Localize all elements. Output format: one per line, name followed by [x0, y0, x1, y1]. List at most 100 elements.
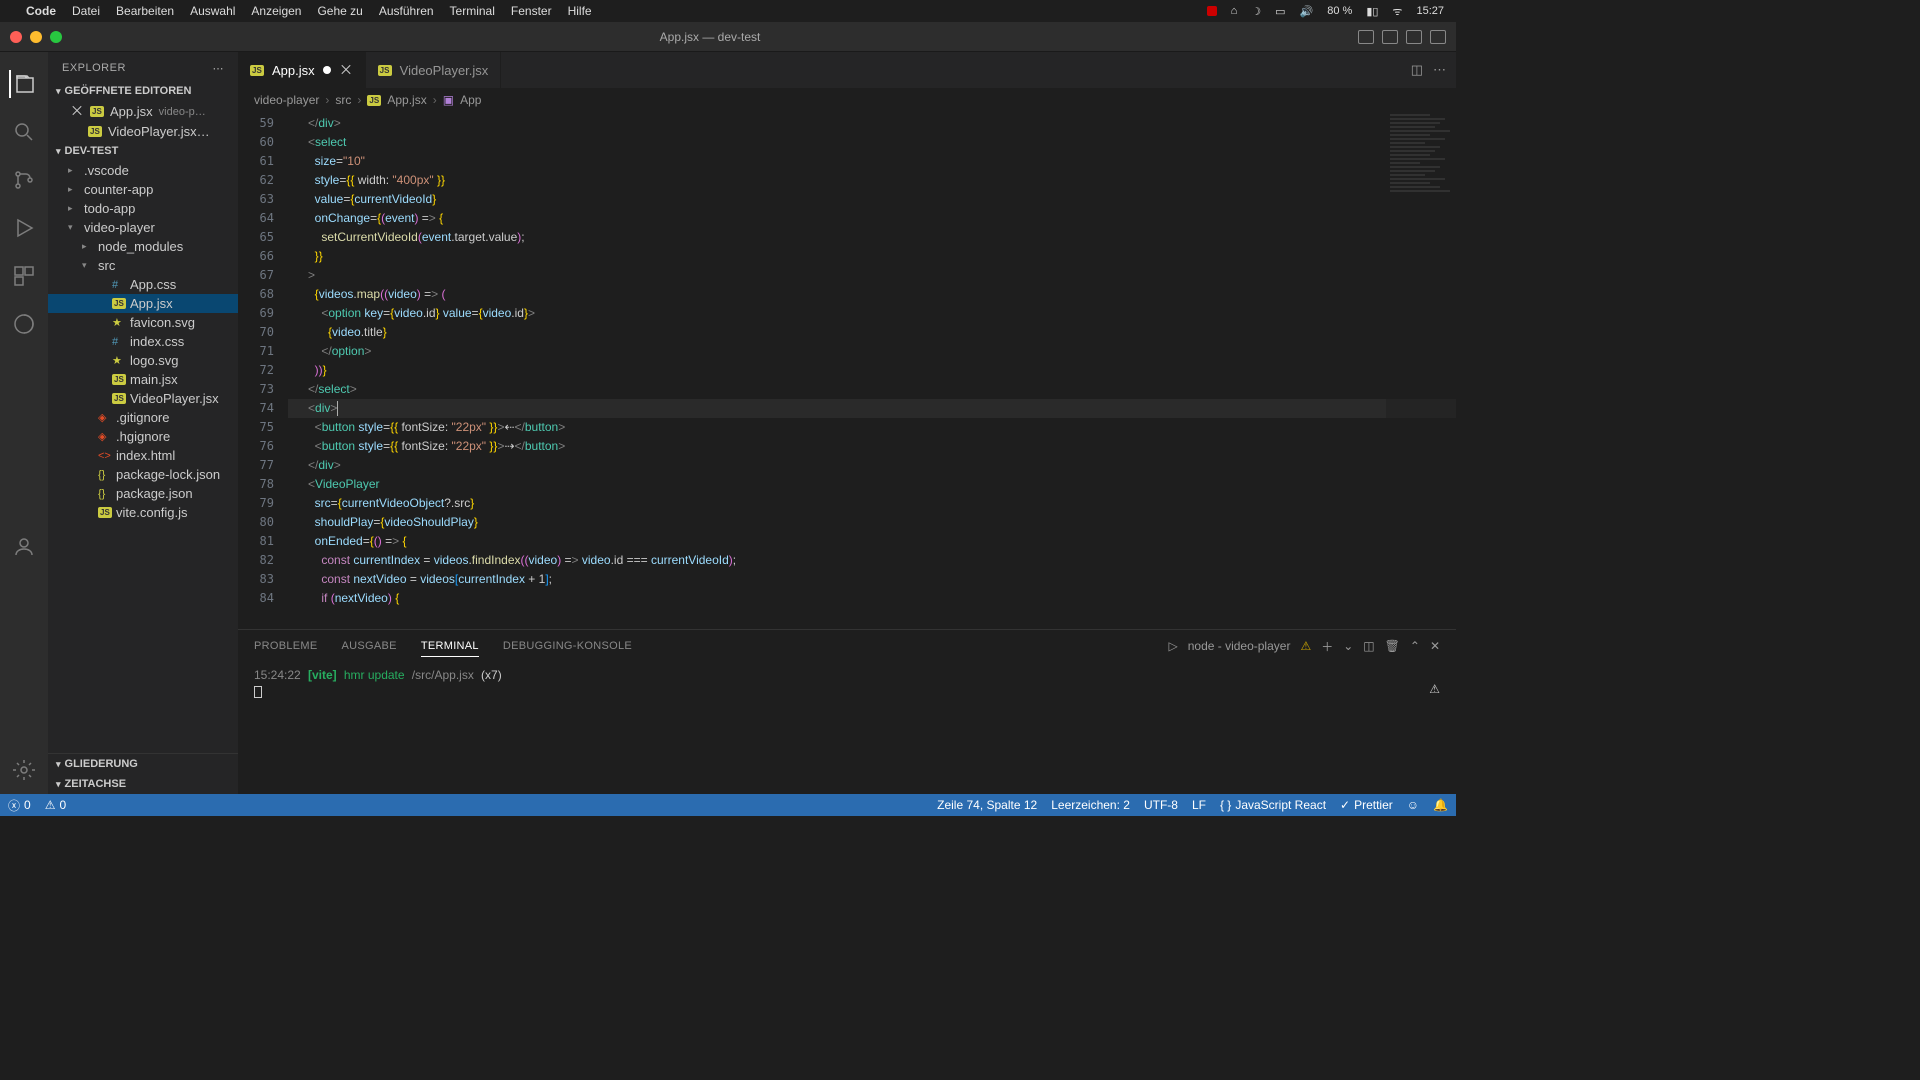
toggle-panel-icon[interactable] [1382, 30, 1398, 44]
breadcrumb[interactable]: video-player› src› JS App.jsx› ▣ App [238, 88, 1456, 112]
folder-item[interactable]: ▸node_modules [48, 237, 238, 256]
volume-icon[interactable]: 🔊 [1300, 5, 1314, 18]
file-item[interactable]: ★favicon.svg [48, 313, 238, 332]
file-item[interactable]: {}package.json [48, 484, 238, 503]
breadcrumb-segment[interactable]: src [335, 93, 351, 107]
do-not-disturb-icon[interactable]: ☽ [1251, 5, 1261, 18]
js-file-icon: JS [90, 106, 104, 117]
file-item[interactable]: JSvite.config.js [48, 503, 238, 522]
panel-tab-terminal[interactable]: TERMINAL [421, 636, 479, 657]
activity-extensions[interactable] [10, 262, 38, 290]
macos-menu-datei[interactable]: Datei [72, 4, 100, 18]
terminal-dropdown-icon[interactable]: ⌄ [1343, 639, 1353, 653]
status-notifications-icon[interactable]: 🔔 [1433, 798, 1448, 812]
file-item[interactable]: ★logo.svg [48, 351, 238, 370]
terminal-body[interactable]: 15:24:22 [vite] hmr update /src/App.jsx … [238, 662, 1456, 794]
panel-tab-probleme[interactable]: PROBLEME [254, 636, 318, 656]
file-item[interactable]: #index.css [48, 332, 238, 351]
folder-item[interactable]: ▸.vscode [48, 161, 238, 180]
display-icon[interactable]: ▭ [1275, 5, 1285, 18]
split-terminal-icon[interactable]: ◫ [1363, 639, 1374, 653]
folder-item[interactable]: ▸todo-app [48, 199, 238, 218]
open-editor-item[interactable]: JS VideoPlayer.jsx… [48, 122, 238, 141]
status-prettier[interactable]: Prettier [1340, 798, 1393, 812]
explorer-more-icon[interactable]: ⋯ [213, 62, 225, 75]
status-encoding[interactable]: UTF-8 [1144, 798, 1178, 812]
folder-item[interactable]: ▸counter-app [48, 180, 238, 199]
log-path: /src/App.jsx [412, 668, 474, 682]
status-language-mode[interactable]: { } JavaScript React [1220, 798, 1326, 812]
breadcrumb-segment[interactable]: App [460, 93, 481, 107]
customize-layout-icon[interactable] [1430, 30, 1446, 44]
panel-tab-ausgabe[interactable]: AUSGABE [342, 636, 397, 656]
window-minimize-button[interactable] [30, 31, 42, 43]
file-item[interactable]: ◈.hgignore [48, 427, 238, 446]
status-warnings[interactable]: ⚠ 0 [45, 798, 66, 812]
window-maximize-button[interactable] [50, 31, 62, 43]
toggle-secondary-sidebar-icon[interactable] [1406, 30, 1422, 44]
outline-header[interactable]: GLIEDERUNG [48, 753, 238, 774]
minimap[interactable] [1386, 112, 1456, 629]
file-item[interactable]: {}package-lock.json [48, 465, 238, 484]
macos-menu-auswahl[interactable]: Auswahl [190, 4, 235, 18]
kill-terminal-icon[interactable]: 🗑 [1385, 639, 1400, 653]
macos-menu-ausfuehren[interactable]: Ausführen [379, 4, 434, 18]
window-close-button[interactable] [10, 31, 22, 43]
activity-settings[interactable] [10, 756, 38, 784]
new-terminal-icon[interactable]: ＋ [1321, 638, 1333, 655]
warning-icon[interactable]: ⚠ [1429, 682, 1440, 696]
timeline-header[interactable]: ZEITACHSE [48, 774, 238, 794]
js-file-icon: JS [367, 95, 381, 106]
macos-menu-terminal[interactable]: Terminal [450, 4, 495, 18]
panel-tab-debug-console[interactable]: DEBUGGING-KONSOLE [503, 636, 632, 656]
split-editor-icon[interactable]: ◫ [1411, 62, 1423, 78]
folder-item[interactable]: ▾src [48, 256, 238, 275]
wifi-icon[interactable]: ᯤ [1392, 4, 1402, 19]
workspace-header[interactable]: DEV-TEST [48, 141, 238, 161]
activity-source-control[interactable] [10, 166, 38, 194]
more-actions-icon[interactable]: ⋯ [1433, 62, 1446, 78]
activity-accounts[interactable] [10, 533, 38, 561]
toggle-sidebar-icon[interactable] [1358, 30, 1374, 44]
macos-menu-hilfe[interactable]: Hilfe [568, 4, 592, 18]
macos-app-name[interactable]: Code [26, 4, 56, 18]
activity-live-share[interactable] [10, 310, 38, 338]
terminal-shell-label[interactable]: node - video-player [1188, 639, 1291, 653]
activity-search[interactable] [10, 118, 38, 146]
close-panel-icon[interactable]: ✕ [1430, 639, 1440, 653]
open-editor-item[interactable]: JS App.jsx video-p… [48, 101, 238, 122]
file-item[interactable]: JSApp.jsx [48, 294, 238, 313]
file-item[interactable]: ◈.gitignore [48, 408, 238, 427]
status-indentation[interactable]: Leerzeichen: 2 [1051, 798, 1130, 812]
tray-icon[interactable]: ⌂ [1231, 5, 1238, 17]
maximize-panel-icon[interactable]: ⌃ [1410, 639, 1420, 653]
file-item[interactable]: #App.css [48, 275, 238, 294]
file-item[interactable]: <>index.html [48, 446, 238, 465]
warning-icon[interactable]: ⚠ [1300, 639, 1311, 653]
activity-explorer[interactable] [9, 70, 37, 98]
terminal-launch-icon[interactable]: ▷ [1168, 639, 1177, 653]
tab-videoplayer-jsx[interactable]: JS VideoPlayer.jsx [366, 52, 502, 88]
status-eol[interactable]: LF [1192, 798, 1206, 812]
breadcrumb-segment[interactable]: video-player [254, 93, 319, 107]
code-content[interactable]: </div> <select size="10" style={{ width:… [288, 112, 1456, 629]
close-icon[interactable] [70, 103, 84, 120]
file-item[interactable]: JSmain.jsx [48, 370, 238, 389]
line-gutter: 5960616263646566676869707172737475767778… [238, 112, 288, 629]
macos-menu-fenster[interactable]: Fenster [511, 4, 552, 18]
code-editor[interactable]: 5960616263646566676869707172737475767778… [238, 112, 1456, 629]
clock[interactable]: 15:27 [1416, 5, 1444, 17]
file-item[interactable]: JSVideoPlayer.jsx [48, 389, 238, 408]
tab-app-jsx[interactable]: JS App.jsx [238, 52, 366, 88]
breadcrumb-segment[interactable]: App.jsx [387, 93, 426, 107]
macos-menu-bearbeiten[interactable]: Bearbeiten [116, 4, 174, 18]
status-cursor-position[interactable]: Zeile 74, Spalte 12 [937, 798, 1037, 812]
open-editors-header[interactable]: GEÖFFNETE EDITOREN [48, 81, 238, 101]
folder-item[interactable]: ▾video-player [48, 218, 238, 237]
macos-menu-anzeigen[interactable]: Anzeigen [251, 4, 301, 18]
macos-menu-gehezu[interactable]: Gehe zu [317, 4, 362, 18]
activity-run-debug[interactable] [10, 214, 38, 242]
close-icon[interactable] [339, 62, 353, 79]
status-errors[interactable]: ⓧ 0 [8, 797, 31, 814]
status-feedback-icon[interactable]: ☺ [1407, 798, 1419, 812]
